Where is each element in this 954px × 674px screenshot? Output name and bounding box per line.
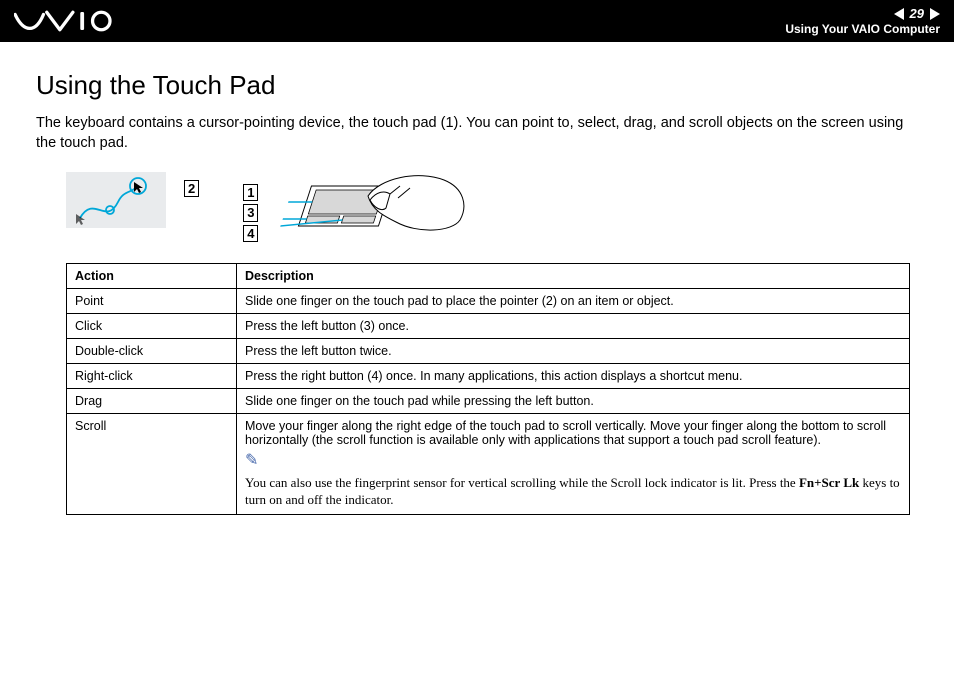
- table-row: Scroll Move your finger along the right …: [67, 413, 910, 514]
- illustration-pointer: [66, 172, 174, 237]
- cell-action: Double-click: [67, 338, 237, 363]
- vaio-logo: [14, 9, 134, 33]
- scroll-desc-text: Move your finger along the right edge of…: [245, 419, 886, 447]
- breadcrumb: Using Your VAIO Computer: [785, 22, 940, 36]
- table-row: Drag Slide one finger on the touch pad w…: [67, 388, 910, 413]
- cell-action: Point: [67, 288, 237, 313]
- col-header-description: Description: [237, 263, 910, 288]
- illustration-row: 2 1 3 4: [66, 172, 918, 249]
- table-row: Double-click Press the left button twice…: [67, 338, 910, 363]
- note-prefix: You can also use the fingerprint sensor …: [245, 475, 799, 490]
- table-row: Click Press the left button (3) once.: [67, 313, 910, 338]
- header-bar: 29 Using Your VAIO Computer: [0, 0, 954, 42]
- illus-label-2: 2: [184, 180, 199, 198]
- cell-action: Drag: [67, 388, 237, 413]
- cell-description: Slide one finger on the touch pad to pla…: [237, 288, 910, 313]
- table-header-row: Action Description: [67, 263, 910, 288]
- actions-table-wrap: Action Description Point Slide one finge…: [66, 263, 910, 515]
- col-header-action: Action: [67, 263, 237, 288]
- cell-description: Slide one finger on the touch pad while …: [237, 388, 910, 413]
- cell-description: Press the right button (4) once. In many…: [237, 363, 910, 388]
- illus-label-4: 4: [243, 225, 258, 243]
- illus-label-1: 1: [243, 184, 258, 202]
- illus-label-3: 3: [243, 204, 258, 222]
- cell-action: Right-click: [67, 363, 237, 388]
- page-number: 29: [910, 6, 924, 21]
- note-icon: ✎: [245, 450, 901, 470]
- nav-next-icon[interactable]: [930, 8, 940, 20]
- illustration-touchpad: [268, 172, 468, 249]
- actions-table: Action Description Point Slide one finge…: [66, 263, 910, 515]
- content: Using the Touch Pad The keyboard contain…: [0, 42, 954, 515]
- note-key: Fn+Scr Lk: [799, 475, 859, 490]
- illus-number-stack: 1 3 4: [243, 184, 258, 243]
- cell-action: Click: [67, 313, 237, 338]
- cell-description: Press the left button (3) once.: [237, 313, 910, 338]
- nav-prev-icon[interactable]: [894, 8, 904, 20]
- note-text: You can also use the fingerprint sensor …: [245, 475, 900, 508]
- page-nav: 29: [894, 6, 940, 21]
- header-right: 29 Using Your VAIO Computer: [785, 6, 940, 36]
- cell-action: Scroll: [67, 413, 237, 514]
- cell-description: Move your finger along the right edge of…: [237, 413, 910, 514]
- intro-paragraph: The keyboard contains a cursor-pointing …: [36, 113, 918, 154]
- cell-description: Press the left button twice.: [237, 338, 910, 363]
- table-row: Point Slide one finger on the touch pad …: [67, 288, 910, 313]
- table-row: Right-click Press the right button (4) o…: [67, 363, 910, 388]
- page-title: Using the Touch Pad: [36, 70, 918, 101]
